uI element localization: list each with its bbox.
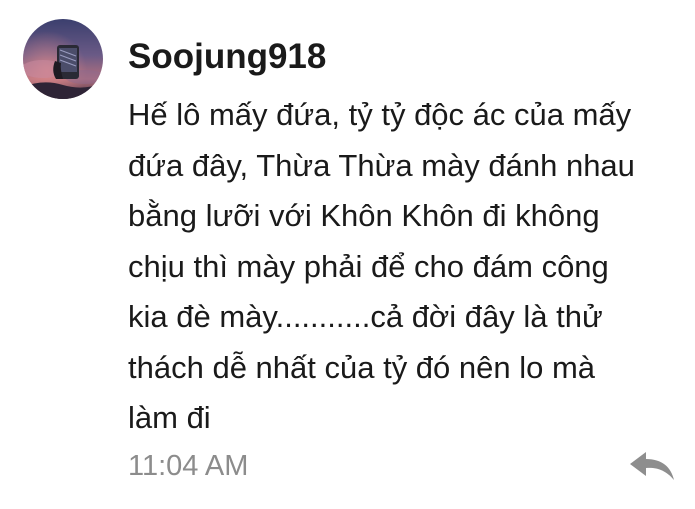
comment-text-line: thách dễ nhất của tỷ đó nên lo mà bbox=[128, 349, 596, 385]
user-avatar[interactable] bbox=[23, 19, 103, 99]
reply-button[interactable] bbox=[628, 448, 676, 484]
comment-text-line: đứa đây, Thừa Thừa mày đánh nhau bbox=[128, 147, 635, 183]
avatar-image bbox=[23, 19, 103, 99]
comment-text-line: Hế lô mấy đứa, tỷ tỷ độc ác của mấy bbox=[128, 97, 632, 132]
comment-text-line: chịu thì mày phải để cho đám công bbox=[128, 248, 609, 284]
reply-arrow-icon bbox=[630, 452, 674, 480]
comment-text-line: bằng lưỡi với Khôn Khôn đi không bbox=[128, 198, 600, 233]
timestamp: 11:04 AM bbox=[128, 450, 249, 482]
comment-text-line: làm đi bbox=[128, 400, 211, 435]
comment-text-line: kia đè mày...........cả đời đây là thử bbox=[128, 299, 603, 334]
comment-item: Soojung918 Hế lô mấy đứa, tỷ tỷ độc ác c… bbox=[0, 0, 695, 509]
username[interactable]: Soojung918 bbox=[128, 34, 326, 80]
comment-text: Hế lô mấy đứa, tỷ tỷ độc ác của mấy đứa … bbox=[128, 90, 688, 444]
